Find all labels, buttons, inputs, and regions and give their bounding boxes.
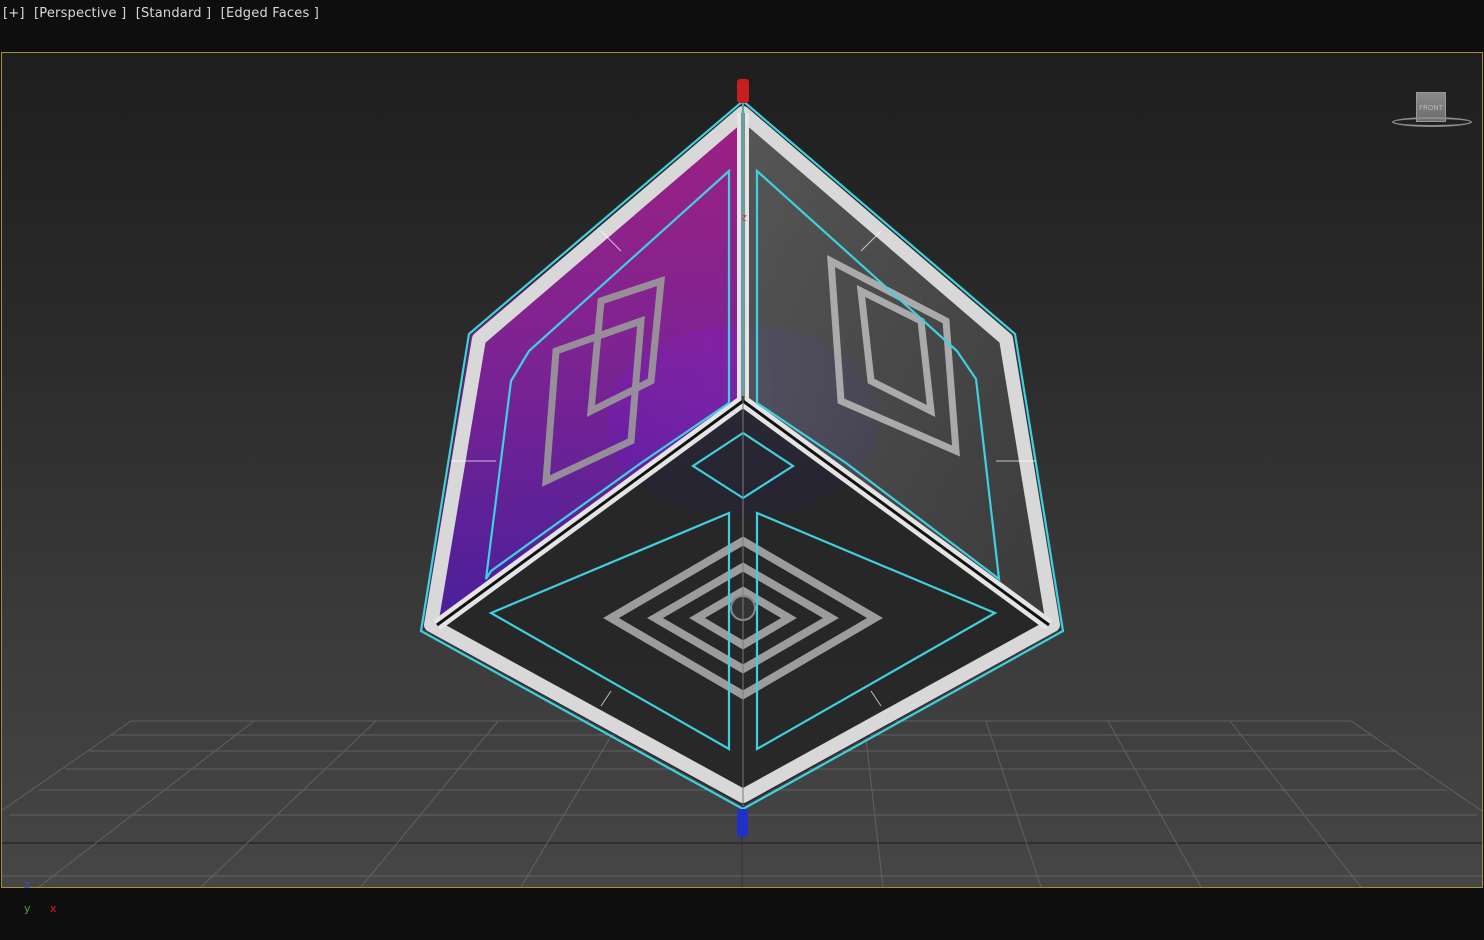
view-cube[interactable]: FRONT bbox=[1390, 91, 1476, 131]
viewport-header-bar: [+] [Perspective ] [Standard ] [Edged Fa… bbox=[0, 0, 1484, 50]
scene-canvas[interactable]: z bbox=[2, 53, 1482, 887]
viewport-display-mode-label[interactable]: [Edged Faces ] bbox=[221, 6, 319, 21]
gizmo-z-label: z bbox=[741, 211, 747, 224]
view-cube-compass-ring[interactable] bbox=[1392, 117, 1472, 127]
viewport-footer-bar bbox=[0, 888, 1484, 940]
axis-tripod: z y x bbox=[14, 878, 74, 928]
axis-tripod-z-label: z bbox=[24, 878, 30, 891]
viewport-point-of-view-label[interactable]: [Perspective ] bbox=[34, 6, 126, 21]
viewport-shading-label[interactable]: [Standard ] bbox=[136, 6, 212, 21]
viewport-label-menu: [+] [Perspective ] [Standard ] [Edged Fa… bbox=[3, 6, 324, 21]
perspective-viewport[interactable]: z FRONT bbox=[1, 52, 1483, 888]
gizmo-z-axis-cap bbox=[737, 809, 748, 837]
viewport-plus-menu[interactable]: [+] bbox=[3, 6, 25, 21]
gizmo-x-axis-cap bbox=[737, 79, 749, 103]
axis-tripod-y-label: y bbox=[24, 902, 31, 915]
axis-tripod-x-label: x bbox=[50, 902, 57, 915]
